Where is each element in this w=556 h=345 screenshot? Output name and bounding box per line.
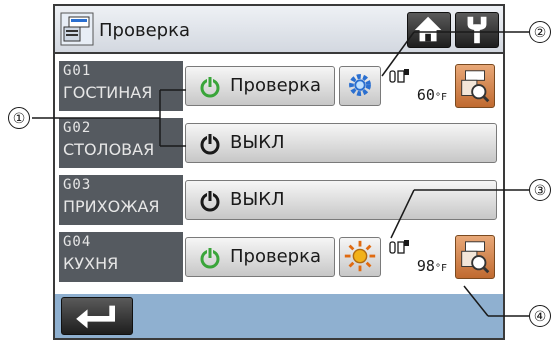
callout-3: ③ — [529, 179, 551, 201]
zone-name: КУХНЯ — [63, 254, 119, 273]
mode-button[interactable] — [339, 66, 381, 106]
back-button[interactable] — [61, 297, 133, 335]
sensor-icon — [389, 69, 409, 83]
power-on-icon — [200, 248, 220, 269]
wrench-icon — [467, 16, 487, 44]
detail-check-button[interactable] — [455, 235, 495, 279]
zone-row-g03: G03 ПРИХОЖАЯ ВЫКЛ — [59, 175, 499, 225]
zone-code: G02 — [63, 120, 92, 136]
power-off-icon — [200, 191, 220, 212]
status-label: ВЫКЛ — [230, 132, 285, 153]
page-title: Проверка — [99, 20, 190, 41]
temperature-readout: 98°F — [385, 237, 449, 277]
check-status-button[interactable]: Проверка — [185, 66, 335, 106]
zone-row-g04: G04 КУХНЯ Проверка 98°F — [59, 232, 499, 282]
temperature-readout: 60°F — [385, 66, 449, 106]
check-status-button[interactable]: ВЫКЛ — [185, 180, 497, 220]
temperature-value: 98°F — [416, 257, 447, 275]
zone-label: G02 СТОЛОВАЯ — [59, 118, 183, 168]
zone-row-g01: G01 ГОСТИНАЯ Проверка 60°F — [59, 61, 499, 111]
footer-bar — [55, 294, 503, 338]
zone-name: ПРИХОЖАЯ — [63, 197, 160, 216]
mode-button[interactable] — [339, 237, 381, 277]
status-label: Проверка — [230, 246, 321, 267]
service-button[interactable] — [455, 12, 499, 48]
sun-icon — [344, 240, 376, 272]
power-off-icon — [200, 134, 220, 155]
detail-check-button[interactable] — [455, 64, 495, 108]
zone-name: ГОСТИНАЯ — [63, 83, 153, 102]
indoor-unit-check-icon — [60, 12, 94, 46]
check-status-button[interactable]: ВЫКЛ — [185, 123, 497, 163]
zone-label: G01 ГОСТИНАЯ — [59, 61, 183, 111]
check-status-button[interactable]: Проверка — [185, 237, 335, 277]
home-button[interactable] — [407, 12, 451, 48]
zone-code: G04 — [63, 234, 92, 250]
home-icon — [414, 16, 442, 42]
callout-4: ④ — [529, 305, 551, 327]
callout-1: ① — [8, 107, 30, 129]
callout-2: ② — [529, 21, 551, 43]
zone-code: G01 — [63, 63, 92, 79]
magnifier-unit-icon — [461, 70, 490, 103]
status-label: ВЫКЛ — [230, 189, 285, 210]
zone-code: G03 — [63, 177, 92, 193]
return-arrow-icon — [76, 305, 115, 329]
power-on-icon — [200, 77, 220, 98]
temperature-value: 60°F — [416, 86, 447, 104]
status-label: Проверка — [230, 75, 321, 96]
check-screen: Проверка G01 ГОСТИНАЯ Проверка 60°F G02 … — [53, 4, 505, 340]
zone-name: СТОЛОВАЯ — [63, 140, 155, 159]
title-bar: Проверка — [55, 6, 503, 54]
magnifier-unit-icon — [461, 241, 490, 274]
zone-row-g02: G02 СТОЛОВАЯ ВЫКЛ — [59, 118, 499, 168]
zone-label: G04 КУХНЯ — [59, 232, 183, 282]
gear-icon — [349, 74, 371, 96]
sensor-icon — [389, 240, 409, 254]
zone-label: G03 ПРИХОЖАЯ — [59, 175, 183, 225]
